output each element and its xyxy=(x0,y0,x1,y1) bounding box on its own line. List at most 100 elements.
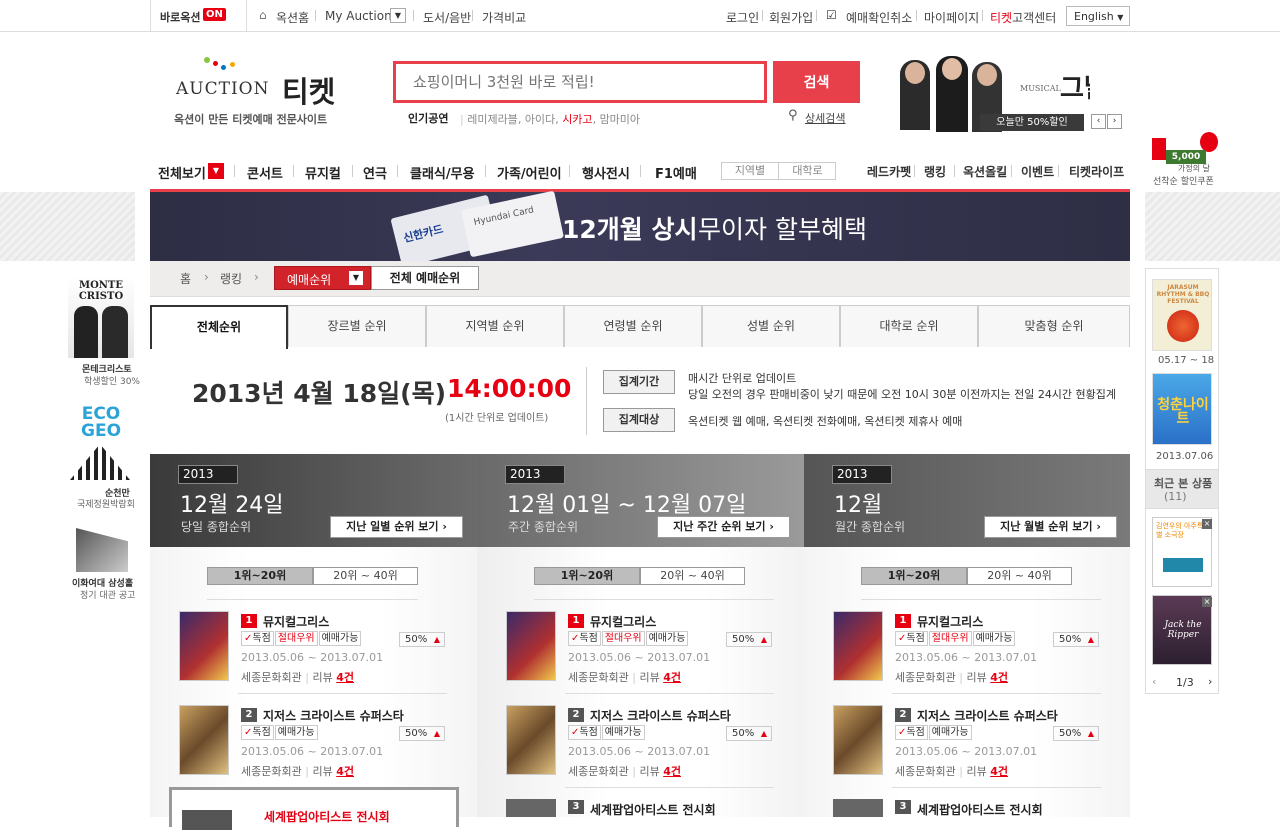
tab-genre[interactable]: 장르별 순위 xyxy=(288,305,426,347)
close-icon[interactable]: × xyxy=(1202,597,1212,607)
past-monthly-button[interactable]: 지난 월별 순위 보기 › xyxy=(984,516,1117,538)
nav-ticketlife[interactable]: 티켓라이프 xyxy=(1069,163,1124,180)
ranking-dropdown[interactable]: 예매순위 ▼ xyxy=(274,266,371,290)
popular-item[interactable]: 맘마미아 xyxy=(600,113,640,126)
ranking-item[interactable]: 3 세계팝업아티스트 전시회 xyxy=(833,799,1103,817)
customer-center-link[interactable]: 티켓고객센터 xyxy=(990,9,1056,26)
logo[interactable]: AUCTION 티켓 옥션이 만든 티켓예매 전문사이트 xyxy=(174,57,354,127)
quick-auction-toggle[interactable]: 바로옥션 ON xyxy=(150,0,247,32)
quick-auction-label: 바로옥션 xyxy=(160,11,201,24)
past-weekly-button[interactable]: 지난 주간 순위 보기 › xyxy=(657,516,790,538)
ranking-item[interactable]: 1 뮤지컬그리스 ✓독점 절대우위 예매가능 50% ▲ 2013.05.06 ~ 2… xyxy=(833,611,1103,691)
item-tags: ✓독점 예매가능 xyxy=(895,725,973,741)
nav-classic[interactable]: 클래식/무용 xyxy=(410,163,475,182)
item-date: 2013.05.06 ~ 2013.07.01 xyxy=(568,745,711,758)
popular-item[interactable]: 레미제라블 xyxy=(467,113,518,126)
coupon-banner[interactable]: 5,000 가정의 달 선착순 할인쿠폰 xyxy=(1152,132,1222,188)
popular-item[interactable]: 시카고 xyxy=(562,113,592,126)
rank-badge: 1 xyxy=(568,614,584,628)
filter-region[interactable]: 지역별 xyxy=(722,163,779,179)
ranking-item[interactable]: 1 뮤지컬그리스 ✓독점 절대우위 예매가능 50% ▲ 2013.05.06 ~ 2… xyxy=(506,611,776,691)
price-compare-link[interactable]: 가격비교 xyxy=(482,9,526,26)
range-tab-20-40[interactable]: 20위 ~ 40위 xyxy=(640,567,745,585)
item-name[interactable]: 뮤지컬그리스 xyxy=(590,613,656,630)
language-select[interactable]: English ▼ xyxy=(1066,6,1130,26)
tab-all[interactable]: 전체순위 xyxy=(150,305,288,349)
past-daily-button[interactable]: 지난 일별 순위 보기 › xyxy=(330,516,463,538)
recent-viewed-header[interactable]: 최근 본 상품 (11) xyxy=(1146,469,1218,509)
period-label: 집계기간 xyxy=(603,370,675,394)
item-name[interactable]: 세계팝업아티스트 전시회 xyxy=(917,801,1043,818)
range-tab-1-20[interactable]: 1위~20위 xyxy=(534,567,640,585)
tab-gender[interactable]: 성별 순위 xyxy=(702,305,840,347)
left-ad-ewha[interactable]: 이화여대 삼성홀 정기 대관 공고 xyxy=(68,528,136,601)
login-link[interactable]: 로그인 xyxy=(726,9,759,26)
filter-daehakro[interactable]: 대학로 xyxy=(779,163,836,179)
prev-page-icon[interactable]: ‹ xyxy=(1152,675,1156,688)
breadcrumb-ranking[interactable]: 랭킹 xyxy=(220,270,242,287)
popular-item[interactable]: 아이다 xyxy=(525,113,555,126)
range-tab-20-40[interactable]: 20위 ~ 40위 xyxy=(313,567,418,585)
musical-promo-banner[interactable]: MUSICAL 그날들 오늘만 50%할인 xyxy=(880,56,1090,132)
nav-musical[interactable]: 뮤지컬 xyxy=(305,163,341,182)
item-name[interactable]: 뮤지컬그리스 xyxy=(917,613,983,630)
ranking-item[interactable]: 1 뮤지컬그리스 ✓독점 절대우위 예매가능 50% ▲ 2013.05.06 ~ 2… xyxy=(179,611,449,691)
card-banner[interactable]: 신한카드 Hyundai Card 12개월 상시 무이자 할부혜택 xyxy=(0,190,1280,268)
left-ad-ecogeo[interactable]: ECO GEO 순천만 국제정원박람회 xyxy=(65,398,135,510)
my-auction-link[interactable]: My Auction xyxy=(325,9,392,23)
prev-arrow-icon[interactable]: ‹ xyxy=(1091,114,1106,129)
chevron-down-icon[interactable]: ▼ xyxy=(390,8,406,23)
join-link[interactable]: 회원가입 xyxy=(769,9,813,26)
books-link[interactable]: 도서/음반 xyxy=(423,9,471,26)
detail-search-link[interactable]: 상세검색 xyxy=(805,110,845,126)
next-page-icon[interactable]: › xyxy=(1208,675,1212,688)
coupon-line1: 가정의 달 xyxy=(1178,164,1210,173)
item-name[interactable]: 세계팝업아티스트 전시회 xyxy=(590,801,716,818)
nav-f1[interactable]: F1예매 xyxy=(655,163,697,182)
item-tags: ✓독점 절대우위 예매가능 xyxy=(241,631,362,647)
search-input[interactable] xyxy=(396,64,764,100)
chevron-down-icon[interactable]: ▼ xyxy=(208,163,224,179)
nav-exhibition[interactable]: 행사전시 xyxy=(582,163,630,182)
sidebar-poster-nightclub[interactable]: 청춘나이트 xyxy=(1152,373,1212,445)
ranking-item[interactable]: 2 지저스 크라이스트 슈퍼스타 ✓독점 예매가능 50% ▲ 2013.05.06… xyxy=(506,705,776,785)
breadcrumb-home[interactable]: 홈 xyxy=(180,270,191,287)
reservation-cancel-link[interactable]: 예매확인취소 xyxy=(846,9,912,26)
tab-daehakro[interactable]: 대학로 순위 xyxy=(840,305,978,347)
item-name[interactable]: 지저스 크라이스트 슈퍼스타 xyxy=(917,707,1058,724)
tab-region[interactable]: 지역별 순위 xyxy=(426,305,564,347)
auction-home-link[interactable]: 옥션홈 xyxy=(276,9,309,26)
nav-ranking[interactable]: 랭킹 xyxy=(924,163,946,180)
breadcrumb: 홈 › 랭킹 › 예매순위 ▼ 전체 예매순위 xyxy=(150,261,1130,297)
range-tab-1-20[interactable]: 1위~20위 xyxy=(207,567,313,585)
item-name[interactable]: 지저스 크라이스트 슈퍼스타 xyxy=(263,707,404,724)
close-icon[interactable]: × xyxy=(1202,519,1212,529)
nav-concert[interactable]: 콘서트 xyxy=(247,163,283,182)
nav-all[interactable]: 전체보기 xyxy=(158,163,206,182)
ranking-item[interactable]: 2 지저스 크라이스트 슈퍼스타 ✓독점 예매가능 50% ▲ 2013.05.06… xyxy=(179,705,449,785)
item-name[interactable]: 뮤지컬그리스 xyxy=(263,613,329,630)
nav-redcarpet[interactable]: 레드카펫 xyxy=(867,163,911,180)
rank-badge: 2 xyxy=(895,708,911,722)
nav-event[interactable]: 이벤트 xyxy=(1021,163,1054,180)
ranking-item-highlight[interactable]: 세계팝업아티스트 전시회 xyxy=(169,787,459,830)
ranking-tabs: 전체순위 장르별 순위 지역별 순위 연령별 순위 성별 순위 대학로 순위 맞… xyxy=(150,305,1130,349)
mypage-link[interactable]: 마이페이지 xyxy=(924,9,979,26)
logo-brand: AUCTION xyxy=(176,79,270,99)
search-button[interactable]: 검색 xyxy=(773,61,860,103)
tab-custom[interactable]: 맞춤형 순위 xyxy=(978,305,1130,347)
ranking-item[interactable]: 3 세계팝업아티스트 전시회 xyxy=(506,799,776,817)
item-name[interactable]: 지저스 크라이스트 슈퍼스타 xyxy=(590,707,731,724)
range-tab-1-20[interactable]: 1위~20위 xyxy=(861,567,967,585)
sidebar-poster-jarasum[interactable]: JARASUM RHYTHM & BBQ FESTIVAL xyxy=(1152,279,1212,351)
left-ad-montecristo[interactable]: MONTE CRISTO 몬테크리스토 학생할인 30% xyxy=(68,276,140,387)
ranking-item[interactable]: 2 지저스 크라이스트 슈퍼스타 ✓독점 예매가능 50% ▲ 2013.05.06… xyxy=(833,705,1103,785)
column-period: 12월 xyxy=(834,493,883,518)
tab-age[interactable]: 연령별 순위 xyxy=(564,305,702,347)
nav-allkill[interactable]: 옥션올킬 xyxy=(963,163,1007,180)
nav-family[interactable]: 가족/어린이 xyxy=(497,163,562,182)
range-tab-20-40[interactable]: 20위 ~ 40위 xyxy=(967,567,1072,585)
nav-play[interactable]: 연극 xyxy=(363,163,387,182)
next-arrow-icon[interactable]: › xyxy=(1107,114,1122,129)
total-ranking-button[interactable]: 전체 예매순위 xyxy=(371,266,479,290)
